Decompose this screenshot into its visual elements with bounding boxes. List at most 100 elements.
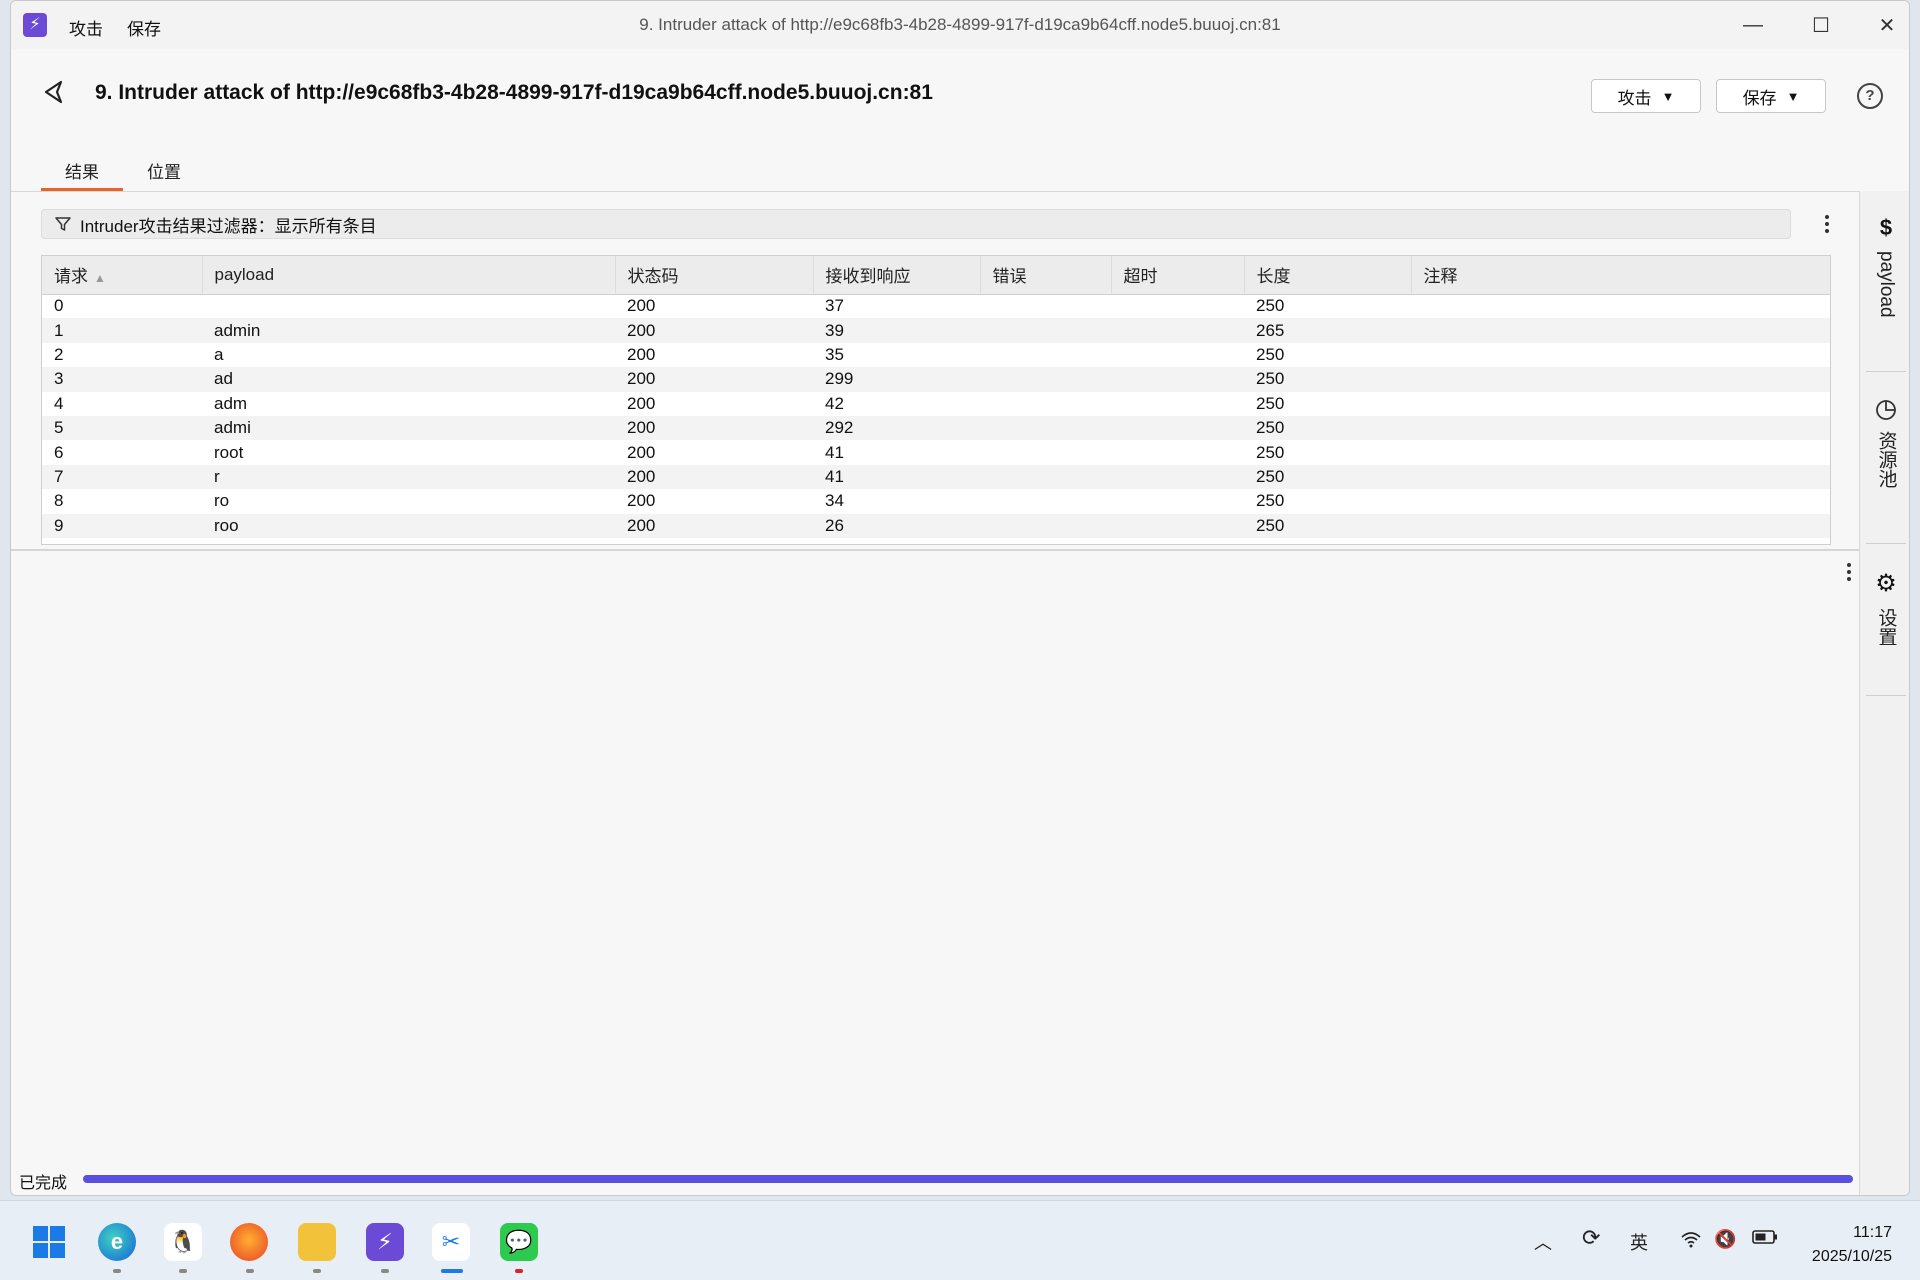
cell-comment [1411, 489, 1830, 513]
cell-timeout [1111, 343, 1244, 367]
burp-suite-icon[interactable]: ⚡ [366, 1223, 404, 1261]
cell-length: 250 [1244, 464, 1411, 490]
cell-payload: r [202, 464, 615, 490]
cell-comment [1411, 392, 1830, 416]
cell-timeout [1111, 415, 1244, 441]
firefox-icon[interactable] [230, 1223, 268, 1261]
running-indicator [313, 1269, 321, 1273]
chevron-up-icon[interactable]: ︿ [1534, 1229, 1552, 1255]
cell-received: 41 [813, 464, 980, 490]
cell-status: 200 [627, 442, 656, 462]
cell-payload [202, 294, 615, 318]
table-row[interactable]: 8 ro 200 34 250 [42, 489, 1830, 513]
cell-comment [1411, 513, 1830, 538]
chevron-down-icon: ▼ [1661, 88, 1675, 104]
ime-indicator[interactable]: 英 [1630, 1229, 1648, 1255]
cell-payload: ad [202, 367, 615, 392]
dollar-icon: $ [1879, 215, 1893, 240]
side-panel: $ payload 资源池 ⚙ 设置 [1859, 191, 1909, 1195]
save-dropdown-button[interactable]: 保存 ▼ [1716, 79, 1826, 113]
cell-request: 8 [54, 491, 64, 511]
column-header-request[interactable]: 请求 ▲ [42, 256, 203, 295]
column-header-error[interactable]: 错误 [980, 256, 1112, 295]
cell-received: 299 [813, 367, 980, 392]
column-header-timeout[interactable]: 超时 [1111, 256, 1245, 295]
cell-request: 0 [54, 296, 64, 316]
cell-request: 5 [42, 415, 202, 441]
pane-divider[interactable] [11, 549, 1859, 551]
sync-icon[interactable]: ⟳ [1582, 1225, 1600, 1251]
table-row[interactable]: 7 r 200 41 250 [42, 464, 1830, 490]
cell-timeout [1111, 318, 1244, 343]
cell-received: 35 [825, 344, 844, 364]
cell-status: 200 [615, 415, 813, 441]
filter-more-icon[interactable] [1817, 215, 1837, 233]
maximize-icon[interactable]: ☐ [1801, 9, 1841, 41]
qq-penguin-icon[interactable]: 🐧 [164, 1223, 202, 1261]
cell-error [980, 367, 1111, 392]
table-row[interactable]: 4 adm 200 42 250 [42, 392, 1830, 416]
back-arrow-icon[interactable] [41, 79, 67, 105]
side-tab-settings[interactable]: ⚙ 设置 [1860, 569, 1909, 646]
detail-more-icon[interactable] [1839, 563, 1859, 581]
running-indicator [113, 1269, 121, 1273]
close-icon[interactable]: ✕ [1867, 9, 1907, 41]
table-row[interactable]: 2 a 200 35 250 [42, 343, 1830, 367]
table-row[interactable]: 9 roo 200 26 250 [42, 513, 1830, 538]
column-header-comment[interactable]: 注释 [1411, 256, 1830, 295]
cell-error [980, 294, 1111, 318]
table-row[interactable]: 1 admin 200 39 265 [42, 318, 1830, 343]
side-tab-resource-pool[interactable]: 资源池 [1860, 399, 1909, 488]
app-window: ⚡ 攻击 保存 9. Intruder attack of http://e9c… [10, 0, 1910, 1196]
table-row[interactable]: 6 root 200 41 250 [42, 440, 1830, 464]
gear-icon: ⚙ [1875, 570, 1897, 597]
divider [11, 191, 1859, 192]
volume-muted-icon[interactable]: 🔇 [1714, 1229, 1736, 1250]
cell-timeout [1111, 392, 1244, 416]
running-indicator [381, 1269, 389, 1273]
side-tab-payload[interactable]: $ payload [1860, 215, 1909, 318]
cell-comment [1411, 464, 1830, 490]
cell-timeout [1111, 367, 1244, 392]
wechat-icon[interactable]: 💬 [500, 1223, 538, 1261]
cell-timeout [1111, 440, 1244, 464]
snipping-tool-icon[interactable]: ✂ [432, 1223, 470, 1261]
tab-positions[interactable]: 位置 [123, 161, 205, 191]
tab-results[interactable]: 结果 [41, 161, 123, 191]
title-bar: ⚡ 攻击 保存 9. Intruder attack of http://e9c… [11, 1, 1909, 49]
column-header-received[interactable]: 接收到响应 [813, 256, 981, 295]
window-title: 9. Intruder attack of http://e9c68fb3-4b… [639, 15, 1281, 34]
running-indicator [515, 1269, 523, 1273]
edge-browser-icon[interactable]: e [98, 1223, 136, 1261]
divider [1866, 543, 1906, 544]
column-header-payload[interactable]: payload [202, 256, 616, 295]
windows-start-icon[interactable] [30, 1223, 68, 1261]
table-row[interactable]: 5 admi 200 292 250 [42, 415, 1830, 441]
cell-length: 250 [1244, 513, 1411, 538]
attack-dropdown-button[interactable]: 攻击 ▼ [1591, 79, 1701, 113]
column-header-status[interactable]: 状态码 [615, 256, 814, 295]
file-explorer-icon[interactable] [298, 1223, 336, 1261]
battery-icon[interactable] [1752, 1229, 1778, 1250]
cell-error [980, 415, 1111, 441]
cell-error [980, 513, 1111, 538]
result-tabs: 结果 位置 [41, 161, 205, 193]
cell-status: 200 [615, 513, 813, 538]
system-clock[interactable]: 11:17 2025/10/25 [1790, 1221, 1892, 1269]
minimize-icon[interactable]: — [1733, 9, 1773, 41]
cell-request: 4 [54, 393, 64, 413]
page-title: 9. Intruder attack of http://e9c68fb3-4b… [95, 81, 933, 104]
cell-received: 34 [825, 491, 844, 511]
cell-length: 250 [1244, 367, 1411, 392]
cell-status: 200 [627, 491, 656, 511]
cell-received: 292 [813, 415, 980, 441]
help-icon[interactable]: ? [1857, 83, 1883, 109]
table-row[interactable]: 3 ad 200 299 250 [42, 367, 1830, 392]
wifi-icon[interactable] [1680, 1229, 1702, 1254]
column-header-length[interactable]: 长度 [1244, 256, 1412, 295]
results-filter-bar[interactable]: Intruder攻击结果过滤器：显示所有条目 [41, 209, 1791, 239]
cell-request: 9 [42, 513, 202, 538]
table-row[interactable]: 0 200 37 250 [42, 294, 1830, 318]
side-tab-resource-pool-label: 资源池 [1875, 431, 1897, 488]
cell-length: 250 [1256, 491, 1285, 511]
